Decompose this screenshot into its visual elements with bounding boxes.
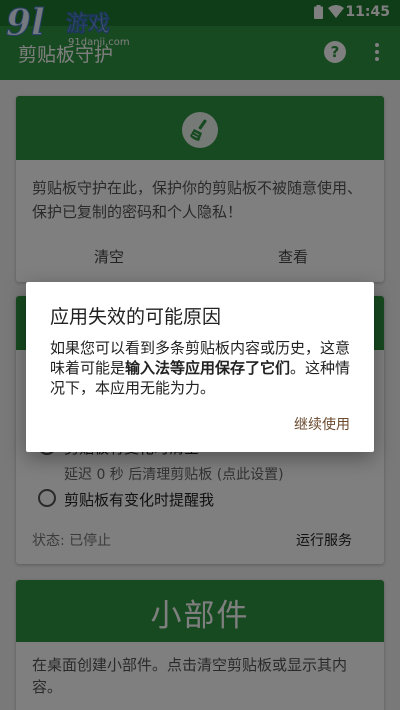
dialog-body: 如果您可以看到多条剪贴板内容或历史，这意味着可能是输入法等应用保存了它们。这种情… xyxy=(50,338,358,398)
continue-button[interactable]: 继续使用 xyxy=(294,414,350,434)
warning-dialog: 应用失效的可能原因 如果您可以看到多条剪贴板内容或历史，这意味着可能是输入法等应… xyxy=(26,282,374,452)
dialog-body-emphasis: 输入法等应用保存了它们 xyxy=(125,359,291,377)
dialog-title: 应用失效的可能原因 xyxy=(50,306,222,328)
